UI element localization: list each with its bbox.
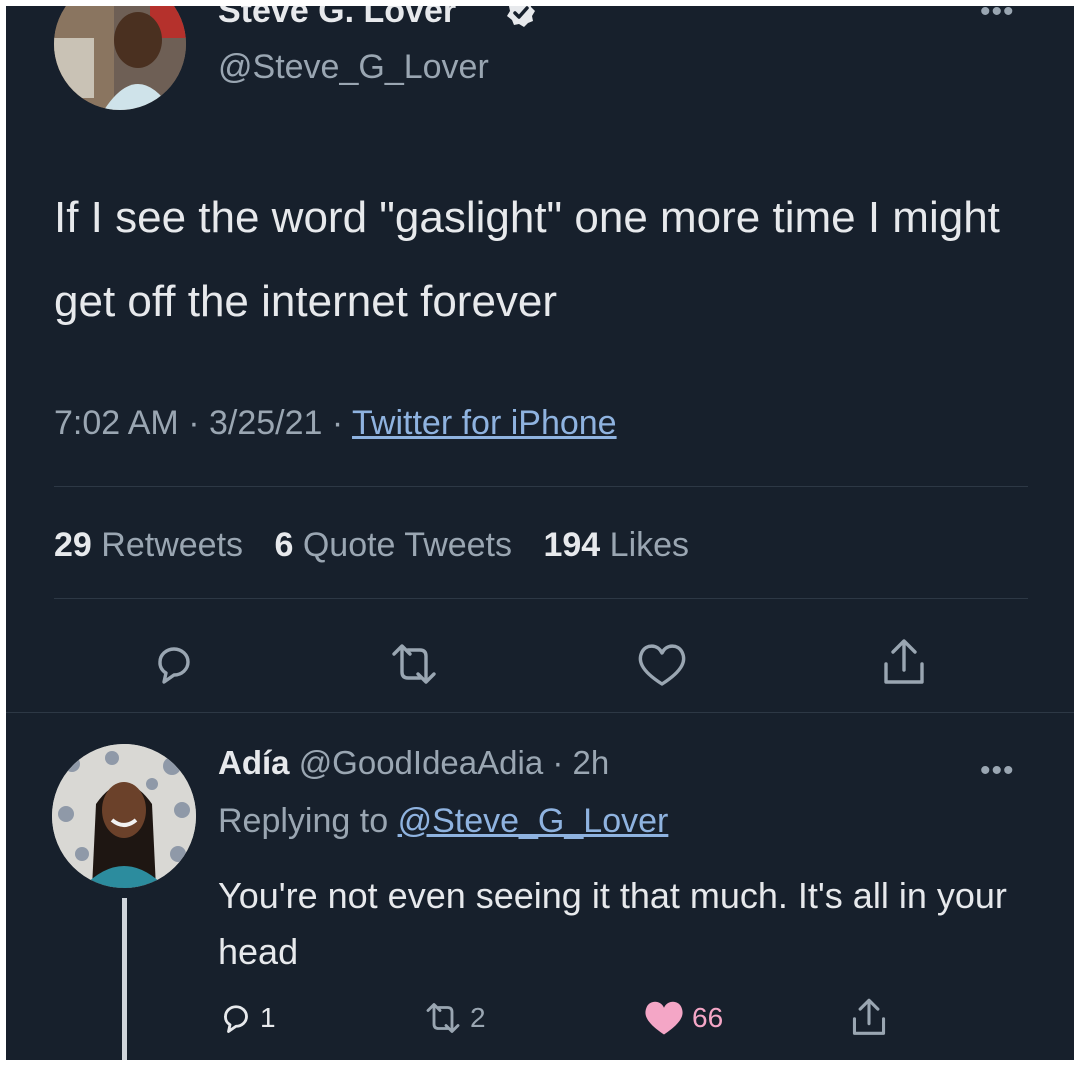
divider	[54, 486, 1028, 487]
liked-heart-icon	[645, 1001, 683, 1035]
retweets-count[interactable]: 29	[54, 526, 92, 564]
reply-author-avatar[interactable]	[52, 744, 196, 888]
image-frame: Steve G. Lover @Steve_G_Lover ••• If I s…	[0, 0, 1080, 1066]
tweet-screen: Steve G. Lover @Steve_G_Lover ••• If I s…	[6, 6, 1074, 1060]
tweet-meta: 7:02 AM · 3/25/21 · Twitter for iPhone	[54, 404, 617, 443]
reply-header: Adía @GoodIdeaAdia · 2h	[218, 744, 609, 782]
reply-reply-count: 1	[260, 1002, 276, 1033]
meta-separator: ·	[543, 744, 573, 781]
replying-to-link[interactable]: @Steve_G_Lover	[398, 802, 669, 840]
meta-separator: ·	[178, 404, 209, 442]
tweet-time: 7:02 AM	[54, 404, 179, 442]
reply-author-handle[interactable]: @GoodIdeaAdia	[299, 744, 544, 781]
reply-like-count: 66	[692, 1002, 724, 1033]
author-name[interactable]: Steve G. Lover	[218, 6, 456, 31]
reply-reply-action[interactable]: 1	[218, 1000, 276, 1036]
tweet-source-link[interactable]: Twitter for iPhone	[352, 404, 617, 442]
reply-author-name[interactable]: Adía	[218, 744, 290, 781]
retweet-icon	[426, 1003, 460, 1033]
reply-icon	[224, 1005, 248, 1033]
reply-retweet-action[interactable]: 2	[422, 1000, 486, 1036]
like-icon[interactable]	[634, 640, 690, 690]
retweets-label[interactable]: Retweets	[101, 526, 243, 564]
divider	[54, 598, 1028, 599]
verified-badge-icon	[507, 6, 535, 27]
thread-connector-line	[122, 898, 127, 1060]
retweet-icon[interactable]	[386, 640, 442, 688]
reply-age[interactable]: 2h	[573, 744, 610, 781]
share-icon[interactable]	[878, 636, 930, 690]
tweet-text: If I see the word "gaslight" one more ti…	[54, 193, 1000, 326]
more-options-icon[interactable]: •••	[980, 6, 1015, 27]
quotes-count[interactable]: 6	[274, 526, 293, 564]
replying-to-line: Replying to @Steve_G_Lover	[218, 802, 668, 841]
reply-icon[interactable]	[150, 640, 198, 688]
quotes-label[interactable]: Quote Tweets	[303, 526, 512, 564]
tweet-stats: 29 Retweets 6 Quote Tweets 194 Likes	[54, 526, 711, 565]
likes-count[interactable]: 194	[543, 526, 600, 564]
likes-label[interactable]: Likes	[610, 526, 689, 564]
reply-like-action[interactable]: 66	[642, 998, 723, 1038]
author-handle[interactable]: @Steve_G_Lover	[218, 48, 489, 87]
reply-more-options-icon[interactable]: •••	[980, 754, 1015, 788]
avatar-photo	[54, 6, 186, 110]
reply-retweet-count: 2	[470, 1002, 486, 1033]
author-avatar[interactable]	[54, 6, 186, 110]
meta-separator: ·	[322, 404, 353, 442]
avatar-photo	[52, 744, 196, 888]
reply-share-icon[interactable]	[848, 996, 890, 1040]
tweet-date[interactable]: 3/25/21	[209, 404, 322, 442]
replying-prefix: Replying to	[218, 802, 389, 840]
divider	[6, 712, 1074, 713]
reply-text: You're not even seeing it that much. It'…	[218, 875, 1007, 972]
